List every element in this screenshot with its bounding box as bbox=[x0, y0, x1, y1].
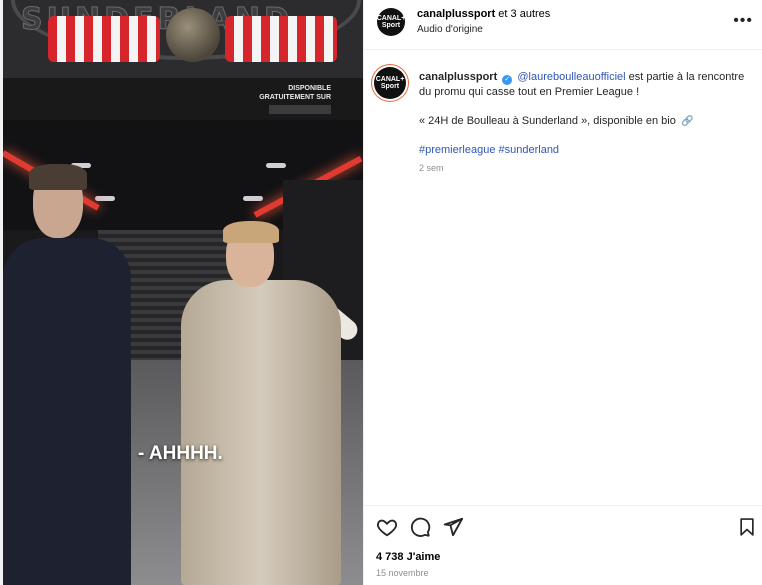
verified-badge-icon: ✓ bbox=[502, 75, 513, 85]
link-icon: 🔗 bbox=[680, 116, 694, 127]
comment-icon[interactable] bbox=[409, 516, 431, 538]
hashtag-premierleague[interactable]: #premierleague bbox=[419, 144, 495, 156]
more-horizontal-icon[interactable]: ••• bbox=[733, 12, 753, 30]
caption-username[interactable]: canalplussport bbox=[419, 71, 497, 83]
bookmark-icon[interactable] bbox=[737, 516, 757, 538]
hashtag-sunderland[interactable]: #sunderland bbox=[499, 144, 560, 156]
avatar[interactable]: CANAL+ Sport bbox=[377, 8, 405, 36]
channel-logo bbox=[269, 105, 331, 114]
post-root: SUNDERLAND DISPONIBLE GRATUITEMENT SUR bbox=[0, 0, 762, 585]
action-bar bbox=[364, 505, 762, 545]
post-date: 15 novembre bbox=[376, 568, 429, 578]
mention-link[interactable]: @laureboulleauofficiel bbox=[517, 71, 625, 83]
person-woman bbox=[181, 221, 363, 585]
caption-text-2: « 24H de Boulleau à Sunderland », dispon… bbox=[419, 115, 676, 127]
send-icon[interactable] bbox=[442, 516, 464, 538]
caption-avatar[interactable]: CANAL+ Sport bbox=[374, 67, 406, 99]
stadium-sign: SUNDERLAND bbox=[3, 0, 363, 78]
post-caption: canalplussport ✓ @laureboulleauofficiel … bbox=[419, 70, 759, 176]
heart-icon[interactable] bbox=[376, 516, 398, 538]
post-header: CANAL+ Sport canalplussport et 3 autres … bbox=[364, 0, 762, 50]
video-subtitle: - AHHHH. bbox=[138, 443, 223, 464]
post-panel: CANAL+ Sport canalplussport et 3 autres … bbox=[363, 0, 762, 585]
person-man bbox=[3, 164, 133, 585]
likes-count[interactable]: 4 738 J'aime bbox=[376, 551, 440, 563]
time-ago: 2 sem bbox=[419, 163, 444, 173]
audio-label[interactable]: Audio d'origine bbox=[417, 24, 483, 35]
header-username[interactable]: canalplussport et 3 autres bbox=[417, 8, 550, 20]
promo-overlay: DISPONIBLE GRATUITEMENT SUR bbox=[259, 84, 331, 114]
video-player[interactable]: SUNDERLAND DISPONIBLE GRATUITEMENT SUR bbox=[0, 0, 363, 585]
